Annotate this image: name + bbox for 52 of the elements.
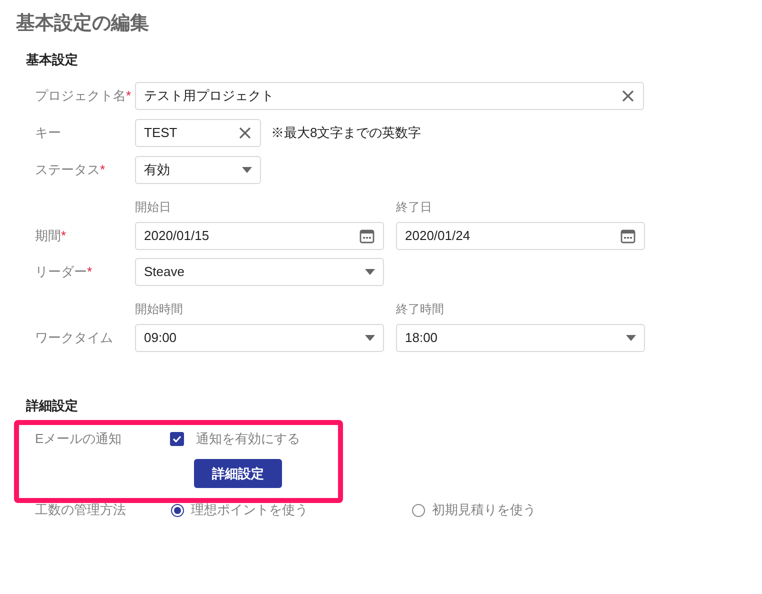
required-mark: *: [61, 226, 66, 245]
caret-icon: [242, 166, 252, 172]
required-mark: *: [126, 86, 132, 105]
clear-icon[interactable]: [238, 126, 252, 140]
clear-icon[interactable]: [621, 88, 635, 102]
field-value: テスト用プロジェクト: [144, 86, 274, 105]
field-value: Steave: [144, 262, 184, 281]
field-value: TEST: [144, 124, 178, 142]
caret-icon: [365, 334, 375, 340]
check-icon: [172, 434, 182, 444]
sub-label: 終了日: [396, 198, 432, 216]
field-note: ※最大8文字までの英数字: [271, 124, 422, 142]
field-value: 2020/01/24: [405, 226, 470, 245]
section-heading: 詳細設定: [24, 396, 79, 414]
radio-label: 理想ポイントを使う: [191, 501, 308, 520]
select-field[interactable]: 有効: [135, 156, 261, 184]
field-label: プロジェクト名: [35, 86, 126, 105]
calendar-icon[interactable]: [359, 228, 375, 244]
field-value: 18:00: [405, 328, 438, 347]
radio-label: 初期見積りを使う: [432, 501, 536, 520]
field-label: ワークタイム: [35, 328, 113, 347]
select-field[interactable]: Steave: [135, 258, 384, 286]
field-label: リーダー: [35, 262, 87, 281]
field-value: 有効: [144, 160, 170, 179]
required-mark: *: [87, 262, 92, 281]
radio-button[interactable]: [412, 504, 425, 516]
radio-button[interactable]: [171, 504, 184, 516]
caret-icon: [626, 334, 636, 340]
caret-icon: [365, 268, 375, 274]
text-field[interactable]: テスト用プロジェクト: [135, 82, 644, 110]
checkbox-label: 通知を有効にする: [196, 430, 300, 448]
sub-label: 終了時間: [396, 300, 444, 318]
field-value: 09:00: [144, 328, 177, 347]
sub-label: 開始日: [135, 198, 172, 216]
text-field[interactable]: TEST: [135, 118, 261, 146]
checkbox[interactable]: [170, 432, 184, 446]
field-value: 2020/01/15: [144, 226, 210, 245]
required-mark: *: [100, 160, 106, 179]
sub-label: 開始時間: [135, 300, 184, 318]
select-field[interactable]: 18:00: [396, 324, 645, 352]
field-label: 期間: [35, 226, 61, 245]
date-field[interactable]: 2020/01/15: [135, 222, 384, 250]
field-label: 工数の管理方法: [35, 502, 126, 517]
field-label: Eメールの通知: [35, 431, 122, 446]
section-heading: 基本設定: [25, 51, 79, 69]
select-field[interactable]: 09:00: [135, 324, 384, 352]
page-title: 基本設定の編集: [15, 12, 150, 34]
calendar-icon[interactable]: [620, 228, 636, 244]
field-label: キー: [35, 124, 61, 142]
field-label: ステータス: [35, 160, 100, 179]
date-field[interactable]: 2020/01/24: [396, 222, 645, 250]
detail-settings-button[interactable]: 詳細設定: [194, 459, 282, 488]
